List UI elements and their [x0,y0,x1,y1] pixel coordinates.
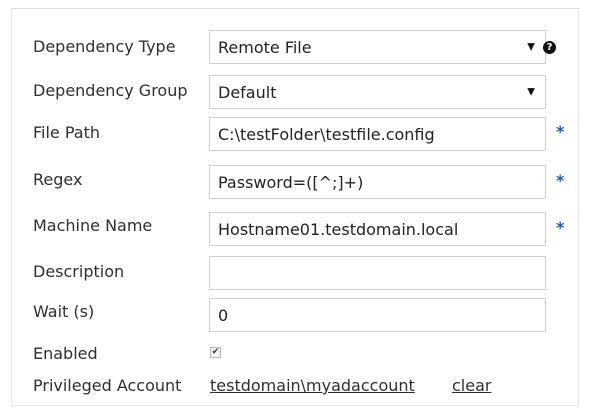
check-icon: ✔ [211,347,220,357]
dependency-group-select[interactable]: Default ▼ [209,75,546,109]
required-marker: * [556,171,565,190]
enabled-label: Enabled [33,344,98,363]
privileged-account-label: Privileged Account [33,376,182,395]
description-input[interactable] [209,256,546,290]
dependency-group-value: Default [218,82,277,102]
regex-value: Password=([^;]+) [218,172,364,192]
regex-label: Regex [33,170,83,189]
wait-input[interactable]: 0 [209,298,546,332]
required-marker: * [556,122,565,141]
machine-name-label: Machine Name [33,216,153,235]
machine-name-value: Hostname01.testdomain.local [218,219,459,239]
machine-name-input[interactable]: Hostname01.testdomain.local [209,212,546,246]
help-icon[interactable]: ? [543,41,556,54]
wait-label: Wait (s) [33,302,95,321]
description-label: Description [33,262,125,281]
privileged-account-link[interactable]: testdomain\myadaccount [210,376,415,395]
clear-account-link[interactable]: clear [452,376,491,395]
caret-down-icon: ▼ [527,41,535,53]
caret-down-icon: ▼ [527,86,535,98]
dependency-type-value: Remote File [218,37,312,57]
file-path-label: File Path [33,123,101,142]
dependency-type-label: Dependency Type [33,37,176,56]
enabled-checkbox[interactable]: ✔ [210,347,221,358]
dependency-type-select[interactable]: Remote File ▼ [209,30,546,64]
regex-input[interactable]: Password=([^;]+) [209,165,546,199]
file-path-value: C:\testFolder\testfile.config [218,124,435,144]
required-marker: * [556,218,565,237]
wait-value: 0 [218,305,229,325]
dependency-group-label: Dependency Group [33,81,188,100]
file-path-input[interactable]: C:\testFolder\testfile.config [209,117,546,151]
